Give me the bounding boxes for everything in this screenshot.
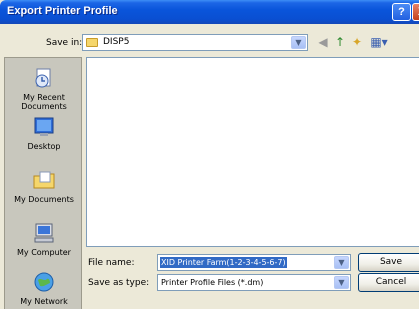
- window-title: Export Printer Profile: [7, 5, 118, 17]
- places-bar: My Recent Documents Desktop My Documents: [4, 57, 82, 309]
- save-as-type-label: Save as type:: [88, 278, 150, 288]
- chevron-down-icon[interactable]: ▼: [334, 256, 349, 269]
- back-icon[interactable]: ◀: [316, 35, 330, 49]
- my-network-icon: [34, 272, 54, 292]
- my-documents-icon: [33, 171, 55, 189]
- place-desktop[interactable]: Desktop: [5, 115, 83, 151]
- file-list[interactable]: [86, 57, 419, 247]
- cancel-button[interactable]: Cancel: [358, 273, 419, 292]
- chevron-down-icon[interactable]: ▼: [334, 276, 349, 289]
- close-button[interactable]: X: [412, 3, 419, 21]
- place-my-documents[interactable]: My Documents: [5, 168, 83, 204]
- save-in-label: Save in:: [46, 38, 83, 48]
- save-as-type-dropdown[interactable]: Printer Profile Files (*.dm) ▼: [157, 274, 351, 291]
- desktop-icon: [34, 117, 54, 136]
- file-name-value: XID Printer Farm(1-2-3-4-5-6-7): [160, 257, 287, 268]
- save-as-type-value: Printer Profile Files (*.dm): [161, 278, 264, 287]
- up-folder-icon[interactable]: ↑: [333, 35, 347, 49]
- save-in-value: DISP5: [103, 37, 130, 47]
- export-printer-profile-dialog: Export Printer Profile ? X Save in: DISP…: [0, 0, 419, 309]
- save-button[interactable]: Save: [358, 253, 419, 272]
- place-my-computer[interactable]: My Computer: [5, 221, 83, 257]
- title-bar[interactable]: Export Printer Profile ? X: [0, 0, 419, 24]
- file-name-input[interactable]: XID Printer Farm(1-2-3-4-5-6-7) ▼: [157, 254, 351, 271]
- my-computer-icon: [34, 223, 54, 243]
- help-button[interactable]: ?: [392, 3, 411, 21]
- save-in-dropdown[interactable]: DISP5 ▼: [82, 34, 308, 51]
- chevron-down-icon[interactable]: ▼: [291, 36, 306, 49]
- views-menu-icon[interactable]: ▦▾: [368, 35, 390, 49]
- new-folder-icon[interactable]: ✦: [350, 35, 364, 49]
- recent-documents-icon: [35, 68, 51, 88]
- place-my-network[interactable]: My Network: [5, 270, 83, 306]
- place-my-recent-documents[interactable]: My Recent Documents: [5, 66, 83, 111]
- folder-icon: [86, 38, 98, 47]
- file-name-label: File name:: [88, 258, 135, 268]
